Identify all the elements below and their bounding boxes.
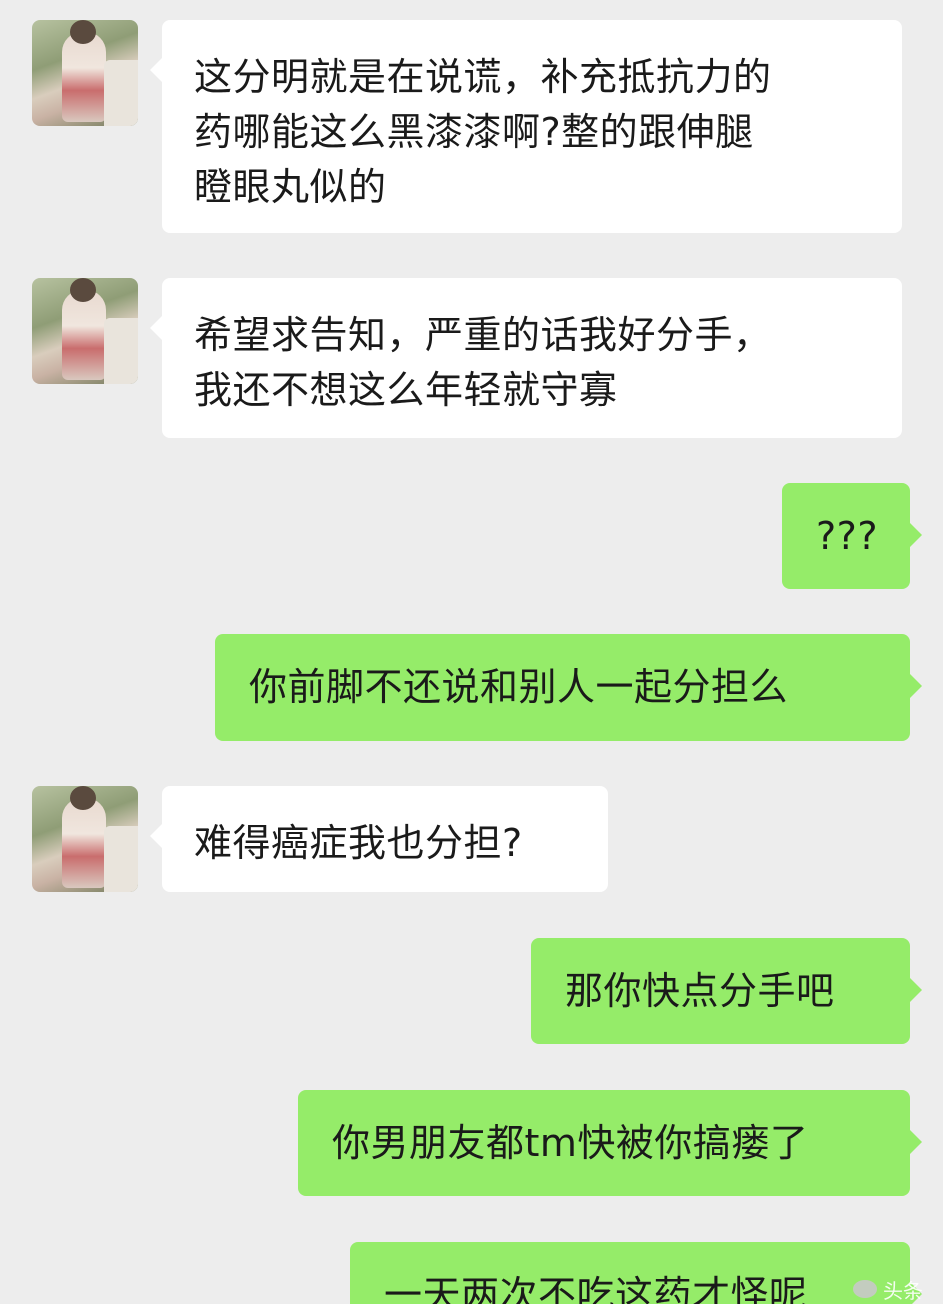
message-text: 你前脚不还说和别人一起分担么 [249, 665, 789, 709]
contact-avatar[interactable] [32, 278, 138, 384]
outgoing-message-bubble[interactable]: 你前脚不还说和别人一起分担么 [215, 634, 922, 741]
incoming-message-bubble[interactable]: 难得癌症我也分担? [150, 786, 608, 892]
message-text: 你男朋友都tm快被你搞瘘了 [332, 1121, 809, 1165]
message-text: 希望求告知，严重的话我好分手， 我还不想这么年轻就守寡 [194, 313, 772, 412]
message-text: 那你快点分手吧 [565, 969, 835, 1013]
message-text: 一天两次不吃这药才怪呢 [384, 1273, 808, 1304]
contact-avatar[interactable] [32, 786, 138, 892]
contact-avatar[interactable] [32, 20, 138, 126]
message-text: 这分明就是在说谎，补充抵抗力的 药哪能这么黑漆漆啊?整的跟伸腿 瞪眼丸似的 [194, 55, 772, 209]
message-text: ??? [816, 514, 879, 558]
outgoing-message-bubble[interactable]: 一天两次不吃这药才怪呢 [350, 1242, 922, 1304]
incoming-message-bubble[interactable]: 希望求告知，严重的话我好分手， 我还不想这么年轻就守寡 [150, 278, 902, 438]
chat-window: 这分明就是在说谎，补充抵抗力的 药哪能这么黑漆漆啊?整的跟伸腿 瞪眼丸似的 希望… [0, 0, 943, 1304]
outgoing-message-bubble[interactable]: 那你快点分手吧 [531, 938, 922, 1044]
watermark: 头条 [853, 1276, 923, 1303]
outgoing-message-bubble[interactable]: ??? [782, 483, 922, 589]
outgoing-message-bubble[interactable]: 你男朋友都tm快被你搞瘘了 [298, 1090, 922, 1196]
wechat-icon [853, 1280, 877, 1298]
watermark-text: 头条 [883, 1278, 923, 1303]
incoming-message-bubble[interactable]: 这分明就是在说谎，补充抵抗力的 药哪能这么黑漆漆啊?整的跟伸腿 瞪眼丸似的 [150, 20, 902, 233]
message-text: 难得癌症我也分担? [194, 821, 523, 865]
